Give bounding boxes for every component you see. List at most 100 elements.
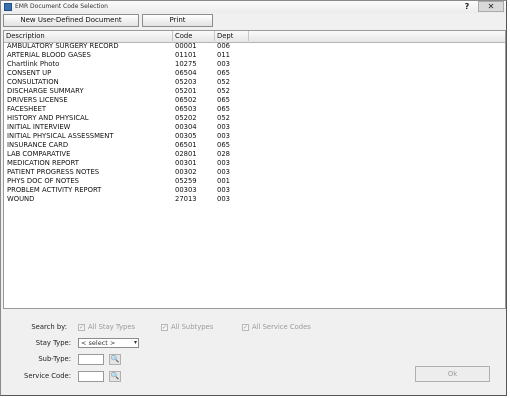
row-description: PHYS DOC OF NOTES	[7, 177, 79, 185]
row-dept: 065	[217, 141, 230, 149]
table-row[interactable]: DISCHARGE SUMMARY 05201 052	[4, 87, 505, 96]
table-row[interactable]: PATIENT PROGRESS NOTES 00302 003	[4, 168, 505, 177]
all-service-codes-checkbox[interactable]: ✓	[242, 324, 249, 331]
title-bar: EMR Document Code Selection ? ✕	[1, 1, 506, 13]
row-code: 06504	[175, 69, 197, 77]
ok-button[interactable]: Ok	[415, 366, 490, 382]
row-dept: 065	[217, 96, 230, 104]
row-description: FACESHEET	[7, 105, 47, 113]
document-code-list[interactable]: Description Code Dept AMBULATORY SURGERY…	[3, 30, 506, 309]
row-description: INITIAL INTERVIEW	[7, 123, 71, 131]
row-description: MEDICATION REPORT	[7, 159, 79, 167]
row-description: DISCHARGE SUMMARY	[7, 87, 84, 95]
table-row[interactable]: HISTORY AND PHYSICAL 05202 052	[4, 114, 505, 123]
chevron-down-icon: ▾	[133, 339, 137, 346]
sub-type-field[interactable]	[78, 354, 104, 365]
row-dept: 003	[217, 132, 230, 140]
service-code-field[interactable]	[78, 371, 104, 382]
window-title: EMR Document Code Selection	[15, 3, 108, 10]
stay-type-value: < select >	[81, 339, 116, 347]
row-description: PROBLEM ACTIVITY REPORT	[7, 186, 102, 194]
row-code: 00305	[175, 132, 197, 140]
table-row[interactable]: FACESHEET 06503 065	[4, 105, 505, 114]
row-code: 06503	[175, 105, 197, 113]
table-row[interactable]: PROBLEM ACTIVITY REPORT 00303 003	[4, 186, 505, 195]
sub-type-label: Sub-Type:	[38, 355, 71, 363]
all-stay-types-checkbox[interactable]: ✓	[78, 324, 85, 331]
service-code-lookup-button[interactable]: 🔍	[109, 371, 121, 382]
stay-type-label: Stay Type:	[35, 339, 71, 347]
table-row[interactable]: PHYS DOC OF NOTES 05259 001	[4, 177, 505, 186]
row-dept: 001	[217, 177, 230, 185]
row-dept: 003	[217, 168, 230, 176]
new-user-defined-document-button[interactable]: New User-Defined Document	[3, 14, 139, 27]
row-code: 00303	[175, 186, 197, 194]
row-dept: 006	[217, 42, 230, 50]
row-code: 01101	[175, 51, 197, 59]
row-dept: 003	[217, 186, 230, 194]
table-row[interactable]: CONSENT UP 06504 065	[4, 69, 505, 78]
row-dept: 003	[217, 60, 230, 68]
row-code: 10275	[175, 60, 197, 68]
row-dept: 065	[217, 105, 230, 113]
column-header-code[interactable]: Code	[173, 31, 215, 41]
row-description: AMBULATORY SURGERY RECORD	[7, 42, 119, 50]
row-description: INITIAL PHYSICAL ASSESSMENT	[7, 132, 114, 140]
help-button[interactable]: ?	[462, 1, 472, 12]
table-row[interactable]: INITIAL PHYSICAL ASSESSMENT 00305 003	[4, 132, 505, 141]
all-stay-types-label: All Stay Types	[88, 323, 136, 331]
row-dept: 003	[217, 195, 230, 203]
row-code: 00304	[175, 123, 197, 131]
row-description: CONSENT UP	[7, 69, 52, 77]
row-dept: 003	[217, 123, 230, 131]
row-code: 05202	[175, 114, 197, 122]
row-code: 00301	[175, 159, 197, 167]
row-code: 06502	[175, 96, 197, 104]
sub-type-lookup-button[interactable]: 🔍	[109, 354, 121, 365]
column-header-description[interactable]: Description	[4, 31, 173, 41]
row-code: 06501	[175, 141, 197, 149]
all-subtypes-label: All Subtypes	[171, 323, 214, 331]
document-code-selection-window: EMR Document Code Selection ? ✕ New User…	[0, 0, 507, 396]
table-row[interactable]: MEDICATION REPORT 00301 003	[4, 159, 505, 168]
table-row[interactable]: INSURANCE CARD 06501 065	[4, 141, 505, 150]
row-dept: 052	[217, 114, 230, 122]
row-code: 00001	[175, 42, 197, 50]
table-row[interactable]: AMBULATORY SURGERY RECORD 00001 006	[4, 42, 505, 51]
row-description: WOUND	[7, 195, 35, 203]
row-description: ARTERIAL BLOOD GASES	[7, 51, 91, 59]
row-description: INSURANCE CARD	[7, 141, 69, 149]
service-code-label: Service Code:	[24, 372, 71, 380]
app-icon	[4, 3, 12, 11]
row-code: 02801	[175, 150, 197, 158]
row-code: 00302	[175, 168, 197, 176]
all-service-codes-label: All Service Codes	[252, 323, 311, 331]
row-description: DRIVERS LICENSE	[7, 96, 68, 104]
print-button[interactable]: Print	[142, 14, 213, 27]
row-code: 05203	[175, 78, 197, 86]
all-subtypes-checkbox[interactable]: ✓	[161, 324, 168, 331]
row-dept: 028	[217, 150, 230, 158]
row-dept: 003	[217, 159, 230, 167]
row-description: LAB COMPARATIVE	[7, 150, 71, 158]
row-description: CONSULTATION	[7, 78, 59, 86]
row-description: HISTORY AND PHYSICAL	[7, 114, 89, 122]
stay-type-select[interactable]: < select > ▾	[78, 338, 139, 348]
close-button[interactable]: ✕	[478, 1, 504, 12]
table-row[interactable]: WOUND 27013 003	[4, 195, 505, 204]
table-row[interactable]: ARTERIAL BLOOD GASES 01101 011	[4, 51, 505, 60]
row-description: PATIENT PROGRESS NOTES	[7, 168, 100, 176]
row-code: 05259	[175, 177, 197, 185]
row-dept: 052	[217, 87, 230, 95]
row-dept: 011	[217, 51, 230, 59]
table-row[interactable]: DRIVERS LICENSE 06502 065	[4, 96, 505, 105]
row-description: Chartlink Photo	[7, 60, 60, 68]
list-rows: AMBULATORY SURGERY RECORD 00001 006 ARTERIA…	[4, 42, 505, 204]
table-row[interactable]: INITIAL INTERVIEW 00304 003	[4, 123, 505, 132]
row-code: 27013	[175, 195, 197, 203]
column-header-dept[interactable]: Dept	[215, 31, 249, 41]
table-row[interactable]: LAB COMPARATIVE 02801 028	[4, 150, 505, 159]
table-row[interactable]: Chartlink Photo 10275 003	[4, 60, 505, 69]
row-dept: 052	[217, 78, 230, 86]
table-row[interactable]: CONSULTATION 05203 052	[4, 78, 505, 87]
